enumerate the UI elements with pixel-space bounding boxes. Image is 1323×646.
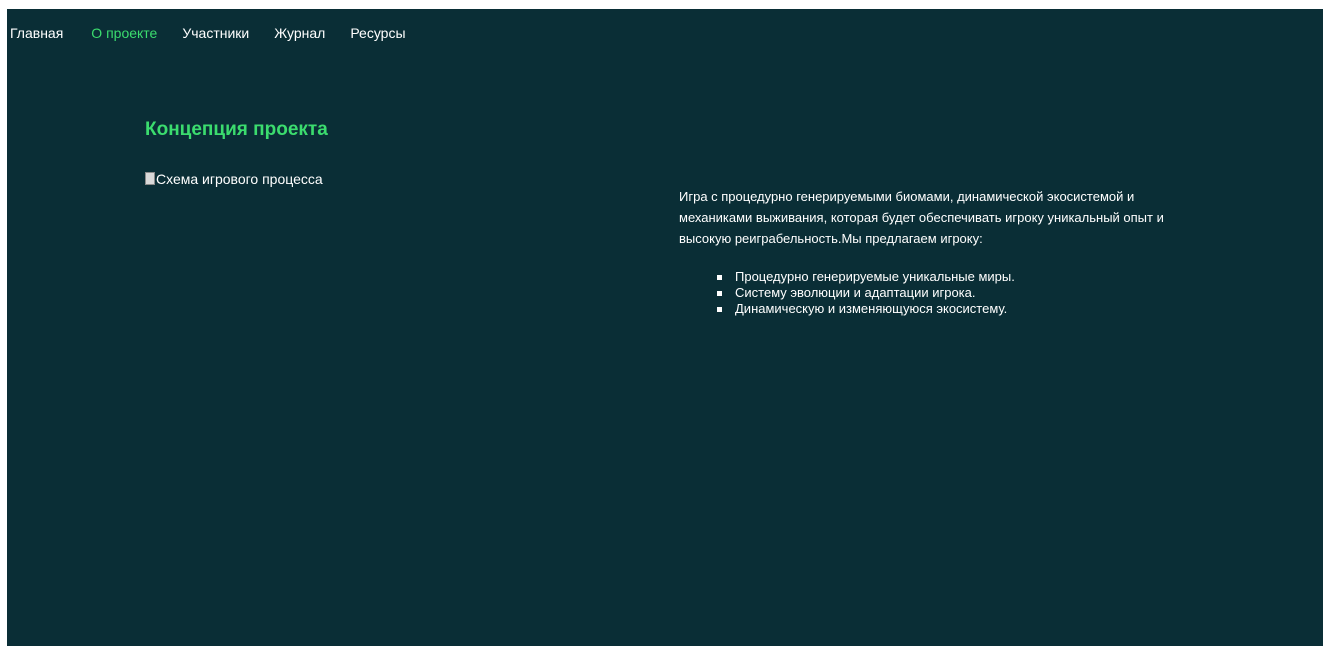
- top-nav: Главная О проекте Участники Журнал Ресур…: [7, 25, 406, 41]
- broken-image: Схема игрового процесса: [145, 171, 323, 187]
- feature-item: Динамическую и изменяющуюся экосистему.: [717, 301, 1015, 317]
- nav-link-members[interactable]: Участники: [182, 25, 249, 41]
- image-alt-text: Схема игрового процесса: [156, 171, 323, 187]
- broken-image-icon: [145, 171, 155, 185]
- feature-list: Процедурно генерируемые уникальные миры.…: [717, 269, 1015, 317]
- nav-link-home[interactable]: Главная: [10, 25, 63, 41]
- feature-item: Процедурно генерируемые уникальные миры.: [717, 269, 1015, 285]
- page-title: Концепция проекта: [145, 119, 328, 140]
- feature-item: Систему эволюции и адаптации игрока.: [717, 285, 1015, 301]
- nav-link-journal[interactable]: Журнал: [274, 25, 325, 41]
- nav-link-about[interactable]: О проекте: [91, 25, 157, 41]
- project-description: Игра с процедурно генерируемыми биомами,…: [679, 189, 1164, 246]
- nav-link-resources[interactable]: Ресурсы: [350, 25, 405, 41]
- page-frame: Главная О проекте Участники Журнал Ресур…: [7, 9, 1323, 646]
